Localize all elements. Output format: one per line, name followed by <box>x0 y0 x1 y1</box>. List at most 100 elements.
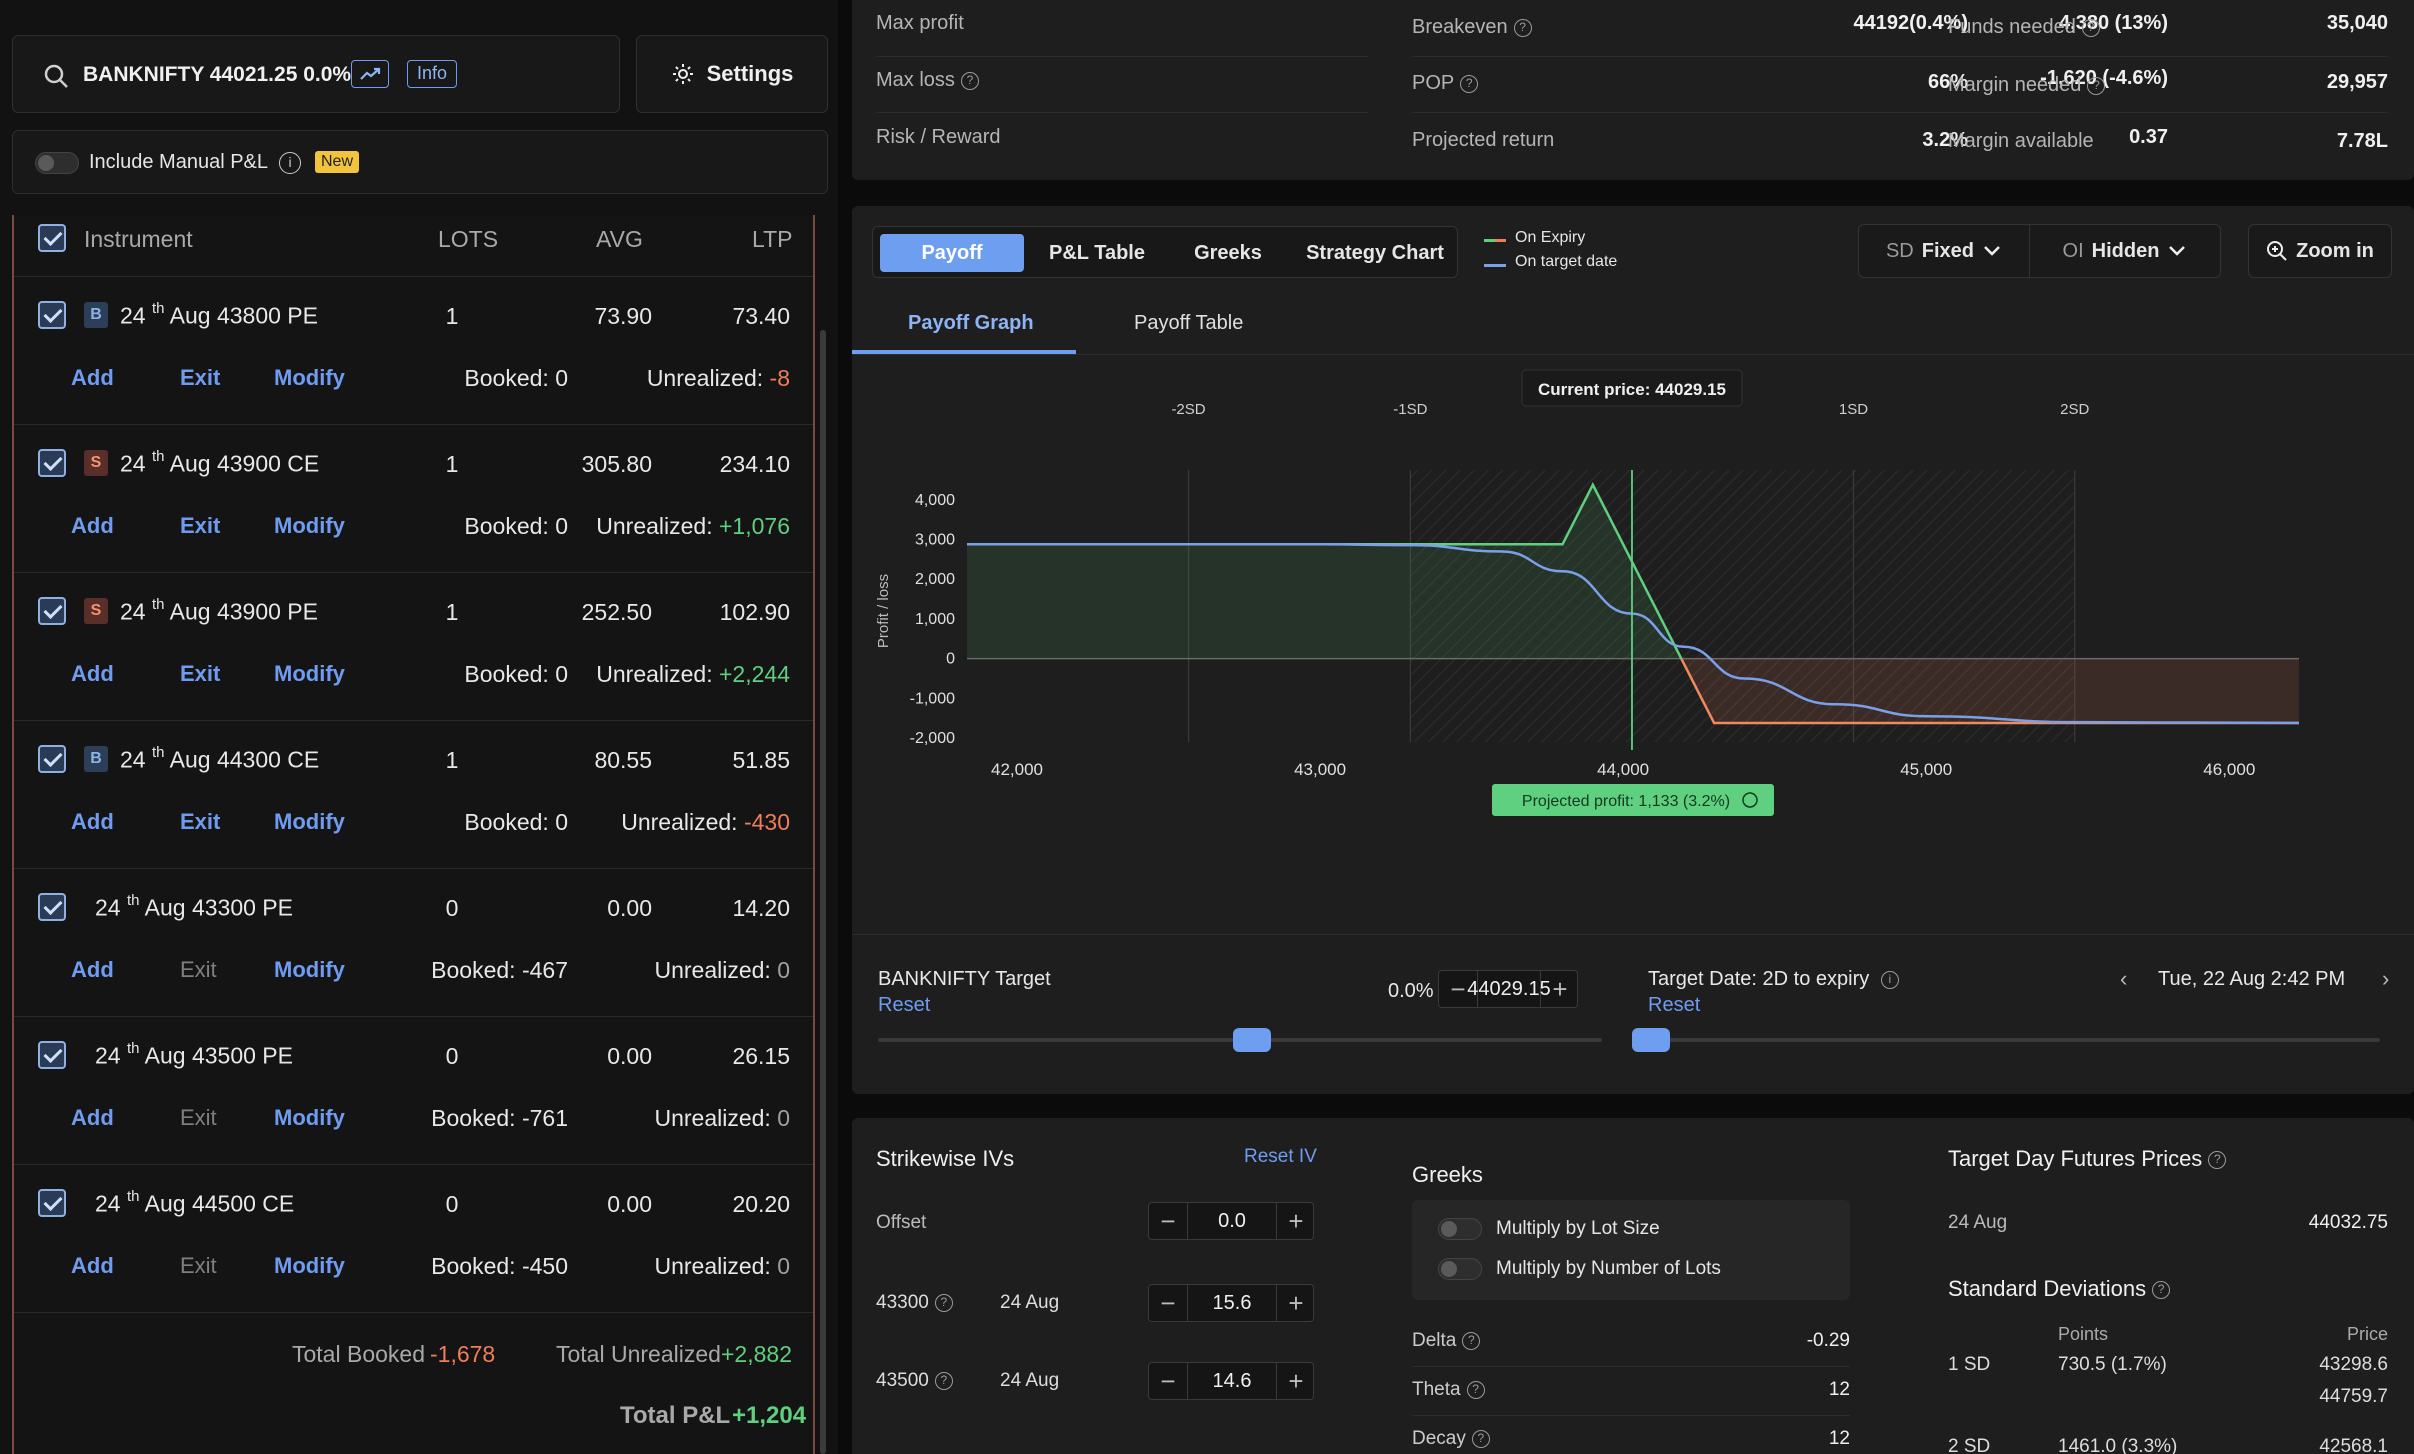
tab-strategy-chart[interactable]: Strategy Chart <box>1299 234 1451 272</box>
add-button[interactable]: Add <box>71 1105 114 1131</box>
iv-strike: 43500? <box>876 1370 953 1392</box>
row-checkbox[interactable] <box>38 449 66 477</box>
chevron-right-icon[interactable]: › <box>2382 966 2389 992</box>
help-icon[interactable]: ? <box>934 1293 953 1312</box>
add-button[interactable]: Add <box>71 365 114 391</box>
add-button[interactable]: Add <box>71 957 114 983</box>
info-icon[interactable]: i <box>1880 970 1899 989</box>
oi-select[interactable]: OI Hidden <box>2029 224 2221 278</box>
iv-stepper[interactable]: −15.6 + <box>1148 1284 1314 1322</box>
increment-button[interactable]: + <box>1277 1285 1315 1321</box>
target-reset-link[interactable]: Reset <box>878 994 930 1017</box>
reset-iv-link[interactable]: Reset IV <box>1244 1146 1317 1168</box>
target-date-slider-thumb[interactable] <box>1632 1028 1670 1052</box>
add-button[interactable]: Add <box>71 513 114 539</box>
help-icon[interactable]: ? <box>1471 1429 1490 1448</box>
table-row: 24 th Aug 43500 PE 0 0.00 26.15 Add Exit Modif… <box>14 1017 813 1165</box>
subtab-payoff-graph[interactable]: Payoff Graph <box>908 312 1034 335</box>
margin-needed-label: Margin needed? <box>1948 74 2106 97</box>
add-button[interactable]: Add <box>71 1253 114 1279</box>
target-price-value[interactable]: 44029.15 <box>1467 971 1551 1007</box>
increment-button[interactable]: + <box>1277 1363 1315 1399</box>
help-icon[interactable]: ? <box>2152 1281 2171 1300</box>
app-root: BANKNIFTY 44021.25 0.0% Info Settings In… <box>0 0 2414 1454</box>
booked-text: Booked: 0 <box>464 661 568 687</box>
row-checkbox[interactable] <box>38 893 66 921</box>
booked-text: Booked: -761 <box>431 1105 568 1131</box>
subtab-payoff-table[interactable]: Payoff Table <box>1134 312 1243 335</box>
tab-greeks[interactable]: Greeks <box>1173 234 1283 272</box>
row-checkbox[interactable] <box>38 597 66 625</box>
unrealized-text: Unrealized: 0 <box>654 1253 790 1279</box>
help-icon[interactable]: ? <box>2208 1151 2227 1170</box>
select-all-checkbox[interactable] <box>38 224 66 252</box>
target-price-slider-thumb[interactable] <box>1232 1028 1271 1052</box>
avg-value: 0.00 <box>607 1191 652 1217</box>
lots-value: 1 <box>445 599 459 625</box>
chart-tabbar: Payoff P&L Table Greeks Strategy Chart <box>872 226 1458 278</box>
multiply-num-lots-toggle[interactable] <box>1438 1258 1482 1280</box>
help-icon[interactable]: ? <box>960 71 979 90</box>
iv-stepper[interactable]: −14.6 + <box>1148 1362 1314 1400</box>
greek-value: 12 <box>1828 1428 1850 1449</box>
row-checkbox[interactable] <box>38 301 66 329</box>
increment-button[interactable]: + <box>1277 1203 1315 1239</box>
offset-stepper[interactable]: − 0.0 + <box>1148 1202 1314 1240</box>
avg-value: 305.80 <box>581 451 652 477</box>
zoom-in-button[interactable]: Zoom in <box>2248 224 2392 278</box>
add-button[interactable]: Add <box>71 809 114 835</box>
offset-value[interactable]: 0.0 <box>1187 1203 1277 1239</box>
settings-button[interactable]: Settings <box>636 35 828 113</box>
target-price-stepper[interactable]: − 44029.15 + <box>1438 970 1578 1008</box>
target-date-slider[interactable] <box>1632 1038 2380 1042</box>
manual-pnl-toggle[interactable] <box>35 152 79 174</box>
help-icon[interactable]: ? <box>2087 76 2106 95</box>
add-button[interactable]: Add <box>71 661 114 687</box>
y-tick-label: -1,000 <box>910 690 955 707</box>
sd-select[interactable]: SD Fixed <box>1858 224 2030 278</box>
chart-trend-icon[interactable] <box>351 60 389 88</box>
increment-button[interactable]: + <box>1541 971 1579 1007</box>
exit-button[interactable]: Exit <box>180 513 220 539</box>
tab-pnl-table[interactable]: P&L Table <box>1037 234 1157 272</box>
info-icon[interactable]: i <box>279 152 301 174</box>
tab-payoff[interactable]: Payoff <box>880 234 1024 272</box>
totals: Total Booked -1,678 Total Unrealized +2,… <box>14 1307 813 1454</box>
instrument-search[interactable]: BANKNIFTY 44021.25 0.0% Info <box>12 35 620 113</box>
row-checkbox[interactable] <box>38 1041 66 1069</box>
iv-value[interactable]: 14.6 <box>1187 1363 1277 1399</box>
max-loss-label: Max loss? <box>876 69 979 92</box>
help-icon[interactable]: ? <box>1462 1331 1481 1350</box>
iv-value[interactable]: 15.6 <box>1187 1285 1277 1321</box>
y-tick-label: 3,000 <box>915 532 955 549</box>
bottom-panel: Strikewise IVs Reset IV Offset − 0.0 + 4… <box>852 1118 2414 1454</box>
instrument-name: 24 th Aug 44500 CE <box>95 1188 295 1217</box>
multiply-lot-size-toggle[interactable] <box>1438 1218 1482 1240</box>
ltp-value: 26.15 <box>732 1043 790 1069</box>
futures-price: 44032.75 <box>2308 1212 2388 1233</box>
exit-button[interactable]: Exit <box>180 365 220 391</box>
exit-button[interactable]: Exit <box>180 957 217 983</box>
ltp-value: 73.40 <box>732 303 790 329</box>
exit-button[interactable]: Exit <box>180 1253 217 1279</box>
scrollbar[interactable] <box>820 330 826 1454</box>
chevron-left-icon[interactable]: ‹ <box>2120 966 2127 992</box>
max-profit-label: Max profit <box>876 12 964 34</box>
row-checkbox[interactable] <box>38 745 66 773</box>
help-icon[interactable]: ? <box>1466 1380 1485 1399</box>
exit-button[interactable]: Exit <box>180 809 220 835</box>
decrement-button[interactable]: − <box>1149 1203 1187 1239</box>
info-button[interactable]: Info <box>407 60 458 88</box>
exit-button[interactable]: Exit <box>180 661 220 687</box>
help-icon[interactable]: ? <box>2081 18 2100 37</box>
row-checkbox[interactable] <box>38 1189 66 1217</box>
decrement-button[interactable]: − <box>1149 1285 1187 1321</box>
decrement-button[interactable]: − <box>1149 1363 1187 1399</box>
help-icon[interactable]: ? <box>1460 74 1479 93</box>
lots-value: 1 <box>445 303 459 329</box>
payoff-chart[interactable]: -2SD -1SD 1SD 2SD 4,000 3,000 2,000 1,000 0 -1,00… <box>852 356 2414 946</box>
target-date-reset-link[interactable]: Reset <box>1648 994 1700 1017</box>
help-icon[interactable]: ? <box>934 1371 953 1390</box>
exit-button[interactable]: Exit <box>180 1105 217 1131</box>
help-icon[interactable]: ? <box>1513 18 1532 37</box>
